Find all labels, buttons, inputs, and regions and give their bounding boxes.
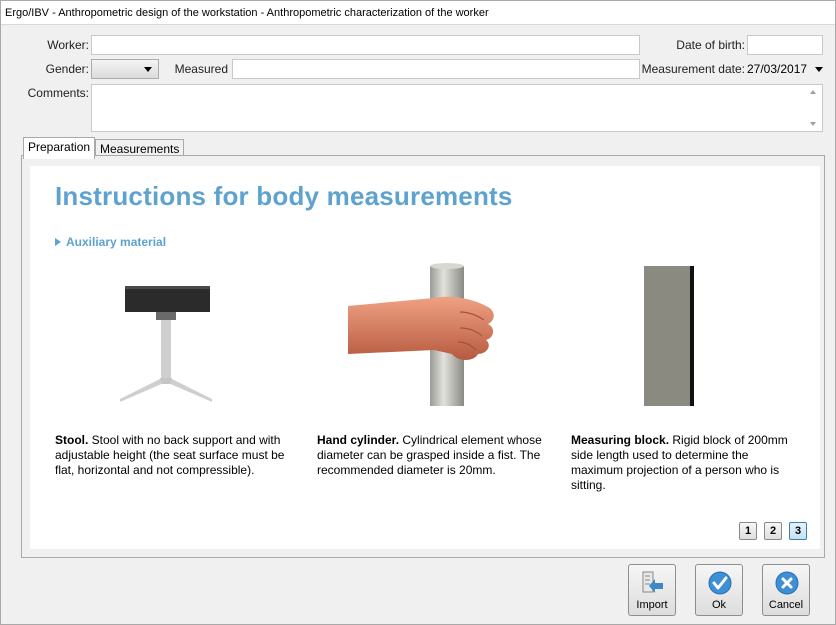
triangle-right-icon xyxy=(55,238,61,246)
date-of-birth-label: Date of birth: xyxy=(676,38,745,52)
measurement-date-label: Measurement date: xyxy=(641,62,745,76)
checkmark-icon xyxy=(708,571,732,595)
hand-cylinder-illustration xyxy=(348,263,494,406)
date-of-birth-field[interactable] xyxy=(747,35,823,55)
page-button-3[interactable]: 3 xyxy=(789,522,807,540)
stool-description: Stool. Stool with no back support and wi… xyxy=(55,433,295,478)
instructions-heading: Instructions for body measurements xyxy=(55,181,513,211)
worker-label: Worker: xyxy=(47,38,89,52)
scroll-up-icon[interactable] xyxy=(810,90,816,94)
gender-select[interactable] xyxy=(91,59,159,79)
chevron-down-icon xyxy=(144,67,152,72)
stool-title: Stool. xyxy=(55,433,89,447)
close-icon xyxy=(775,571,799,595)
stool-text: Stool with no back support and with adju… xyxy=(55,433,285,477)
auxiliary-material-toggle[interactable]: Auxiliary material xyxy=(55,235,166,249)
measuring-block-illustration xyxy=(644,266,694,406)
hand-cylinder-description: Hand cylinder. Cylindrical element whose… xyxy=(317,433,549,478)
import-button[interactable]: Import xyxy=(628,564,676,616)
measured-label: Measured xyxy=(174,62,228,76)
measuring-block-description: Measuring block. Rigid block of 200mm si… xyxy=(571,433,799,493)
measurement-date-picker[interactable]: 27/03/2017 xyxy=(747,59,825,79)
hand-cylinder-title: Hand cylinder. xyxy=(317,433,400,447)
gender-label: Gender: xyxy=(45,62,89,76)
chevron-down-icon xyxy=(815,67,823,72)
window-title: Ergo/IBV - Anthropometric design of the … xyxy=(1,1,835,25)
stool-illustration xyxy=(120,286,212,402)
comments-scrollbar[interactable] xyxy=(805,85,822,131)
import-icon xyxy=(642,571,663,593)
tab-preparation[interactable]: Preparation xyxy=(23,137,96,159)
page-button-1[interactable]: 1 xyxy=(739,522,757,540)
cancel-button[interactable]: Cancel xyxy=(762,564,810,616)
scroll-down-icon[interactable] xyxy=(810,122,816,126)
ok-button-label: Ok xyxy=(711,599,727,611)
import-button-label: Import xyxy=(636,599,668,611)
cancel-button-label: Cancel xyxy=(768,599,804,611)
worker-field[interactable] xyxy=(91,35,640,55)
measured-field[interactable] xyxy=(232,59,640,79)
instructions-panel: Instructions for body measurements Auxil… xyxy=(30,166,820,549)
ok-button[interactable]: Ok xyxy=(695,564,743,616)
page-button-2[interactable]: 2 xyxy=(764,522,782,540)
measurement-date-value: 27/03/2017 xyxy=(747,62,808,76)
comments-textarea[interactable] xyxy=(91,84,823,132)
app-window: Ergo/IBV - Anthropometric design of the … xyxy=(0,0,836,625)
comments-label: Comments: xyxy=(27,86,89,100)
measuring-block-title: Measuring block. xyxy=(571,433,670,447)
auxiliary-material-label: Auxiliary material xyxy=(66,235,167,249)
